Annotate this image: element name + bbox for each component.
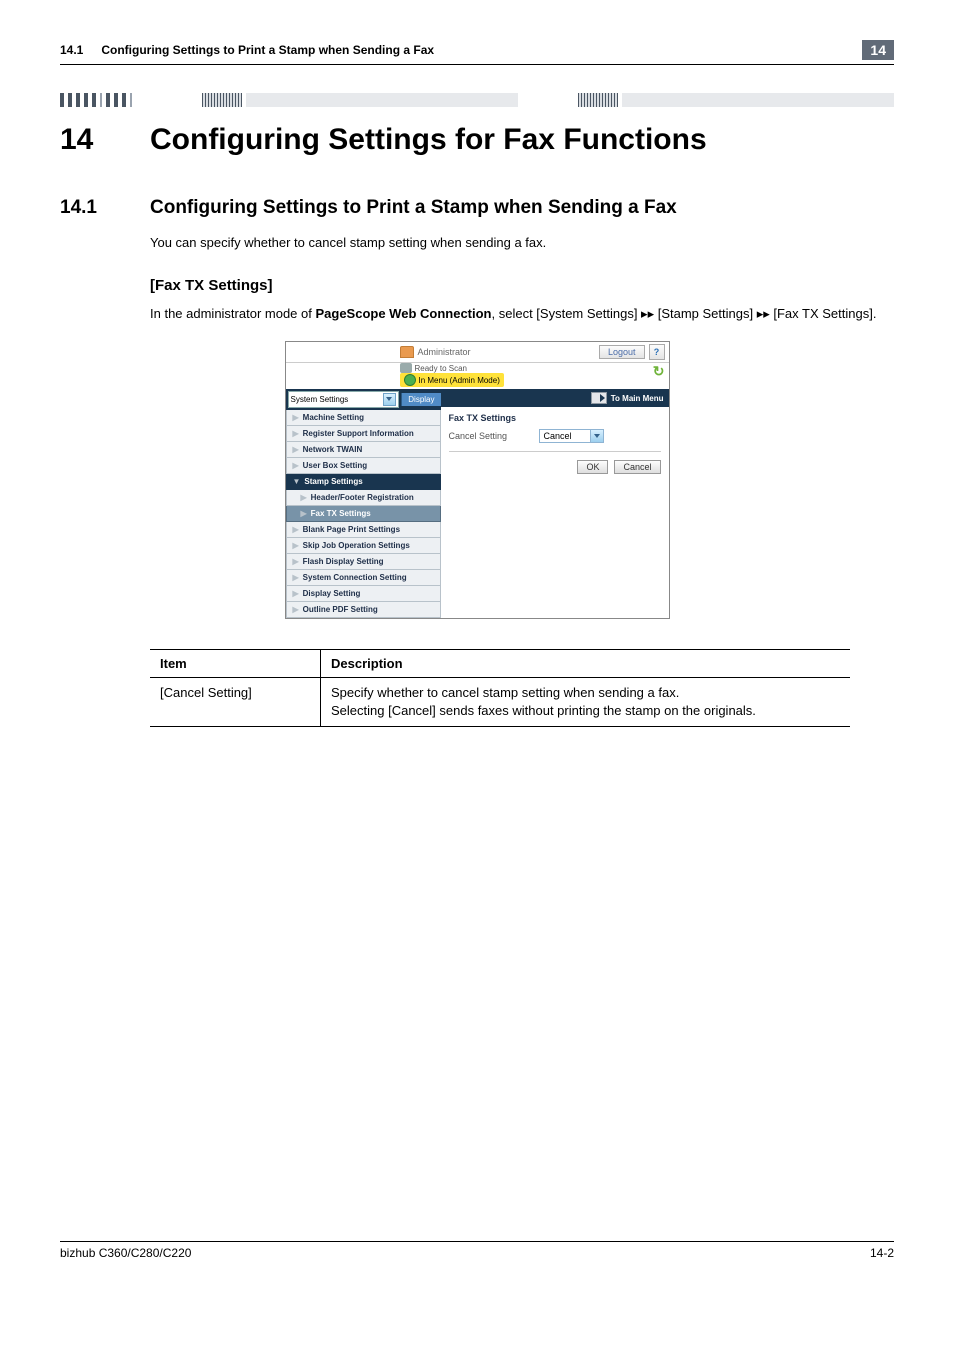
chapter-number: 14 (60, 123, 150, 157)
section-intro: You can specify whether to cancel stamp … (150, 233, 894, 253)
nav-item-register-support-information[interactable]: ▶ Register Support Information (286, 426, 441, 442)
nav-category-value: System Settings (291, 395, 349, 404)
chapter-title: Configuring Settings for Fax Functions (150, 123, 707, 157)
subsection-body-a: In the administrator mode of (150, 306, 315, 321)
logout-button[interactable]: Logout (599, 345, 645, 359)
chevron-right-icon: ▶ (293, 605, 299, 614)
col-header-item: Item (150, 650, 321, 678)
cell-description: Specify whether to cancel stamp setting … (321, 678, 851, 727)
chevron-down-icon (383, 393, 396, 406)
to-main-menu-icon (591, 392, 607, 404)
left-nav: System Settings Display ▶ Machine Setting… (286, 389, 441, 618)
ready-status: Ready to Scan (415, 364, 467, 373)
decorative-bar (60, 93, 894, 107)
running-header: 14.1 Configuring Settings to Print a Sta… (60, 40, 894, 64)
nav-item-fax-tx-settings[interactable]: ▶ Fax TX Settings (286, 506, 441, 522)
chevron-right-icon: ▶ (293, 541, 299, 550)
help-button[interactable]: ? (649, 344, 665, 360)
subsection-body: In the administrator mode of PageScope W… (150, 304, 894, 324)
nav-item-label: System Connection Setting (303, 573, 407, 582)
section-heading: 14.1 Configuring Settings to Print a Sta… (60, 197, 894, 219)
administrator-label: Administrator (418, 347, 471, 357)
chevron-right-icon: ▶ (293, 445, 299, 454)
nav-item-label: User Box Setting (303, 461, 367, 470)
nav-item-display-setting[interactable]: ▶ Display Setting (286, 586, 441, 602)
nav-item-label: Skip Job Operation Settings (303, 541, 410, 550)
nav-item-label: Register Support Information (303, 429, 414, 438)
chevron-down-icon: ▼ (293, 477, 301, 486)
subsection-body-b: , select [System Settings] ▸▸ [Stamp Set… (492, 306, 877, 321)
chevron-down-icon (590, 430, 603, 442)
subsection-title: [Fax TX Settings] (150, 277, 894, 294)
display-button[interactable]: Display (401, 393, 440, 406)
cancel-setting-value: Cancel (540, 430, 590, 442)
page-footer: bizhub C360/C280/C220 14-2 (60, 1241, 894, 1260)
nav-item-flash-display-setting[interactable]: ▶ Flash Display Setting (286, 554, 441, 570)
chevron-right-icon: ▶ (301, 493, 307, 502)
mode-status: In Menu (Admin Mode) (419, 376, 500, 385)
scanner-icon (400, 363, 412, 373)
chevron-right-icon: ▶ (293, 557, 299, 566)
refresh-icon[interactable]: ↻ (653, 363, 665, 387)
chevron-right-icon: ▶ (293, 573, 299, 582)
mode-icon (404, 374, 416, 386)
table-row: [Cancel Setting] Specify whether to canc… (150, 678, 850, 727)
chevron-right-icon: ▶ (293, 413, 299, 422)
subsection-body-bold: PageScope Web Connection (315, 306, 491, 321)
nav-item-label: Stamp Settings (304, 477, 362, 486)
nav-item-header-footer-registration[interactable]: ▶ Header/Footer Registration (286, 490, 441, 506)
administrator-icon (400, 346, 414, 358)
footer-model: bizhub C360/C280/C220 (60, 1246, 191, 1260)
nav-item-label: Network TWAIN (303, 445, 363, 454)
nav-item-label: Display Setting (303, 589, 361, 598)
chevron-right-icon: ▶ (301, 509, 307, 518)
section-number: 14.1 (60, 197, 150, 219)
header-chapter-badge: 14 (862, 40, 894, 60)
nav-item-machine-setting[interactable]: ▶ Machine Setting (286, 410, 441, 426)
cancel-button[interactable]: Cancel (614, 460, 660, 474)
header-rule (60, 64, 894, 65)
nav-item-label: Machine Setting (303, 413, 364, 422)
chevron-right-icon: ▶ (293, 589, 299, 598)
header-section-title: Configuring Settings to Print a Stamp wh… (101, 43, 434, 57)
ok-button[interactable]: OK (577, 460, 608, 474)
nav-category-select[interactable]: System Settings (288, 391, 400, 408)
chevron-right-icon: ▶ (293, 461, 299, 470)
to-main-menu-button[interactable]: To Main Menu (586, 389, 669, 407)
nav-item-label: Blank Page Print Settings (303, 525, 400, 534)
nav-item-label: Flash Display Setting (303, 557, 384, 566)
nav-item-stamp-settings[interactable]: ▼Stamp Settings (286, 474, 441, 490)
chapter-heading: 14 Configuring Settings for Fax Function… (60, 123, 894, 157)
embedded-screenshot: Administrator Logout ? Ready to Scan In … (285, 341, 670, 619)
cell-item: [Cancel Setting] (150, 678, 321, 727)
nav-item-label: Outline PDF Setting (303, 605, 378, 614)
footer-page-number: 14-2 (870, 1246, 894, 1260)
nav-item-label: Fax TX Settings (311, 509, 371, 518)
nav-item-system-connection-setting[interactable]: ▶ System Connection Setting (286, 570, 441, 586)
header-section-number: 14.1 (60, 43, 83, 57)
col-header-description: Description (321, 650, 851, 678)
cancel-setting-select[interactable]: Cancel (539, 429, 604, 443)
nav-item-outline-pdf-setting[interactable]: ▶ Outline PDF Setting (286, 602, 441, 618)
nav-item-skip-job-operation-settings[interactable]: ▶ Skip Job Operation Settings (286, 538, 441, 554)
cancel-setting-label: Cancel Setting (449, 431, 539, 441)
nav-item-network-twain[interactable]: ▶ Network TWAIN (286, 442, 441, 458)
nav-item-blank-page-print-settings[interactable]: ▶ Blank Page Print Settings (286, 522, 441, 538)
chevron-right-icon: ▶ (293, 525, 299, 534)
form-title: Fax TX Settings (449, 413, 661, 423)
chevron-right-icon: ▶ (293, 429, 299, 438)
nav-item-label: Header/Footer Registration (311, 493, 414, 502)
nav-item-user-box-setting[interactable]: ▶ User Box Setting (286, 458, 441, 474)
to-main-menu-label: To Main Menu (611, 394, 664, 403)
description-table: Item Description [Cancel Setting] Specif… (150, 649, 850, 727)
section-title: Configuring Settings to Print a Stamp wh… (150, 197, 677, 219)
